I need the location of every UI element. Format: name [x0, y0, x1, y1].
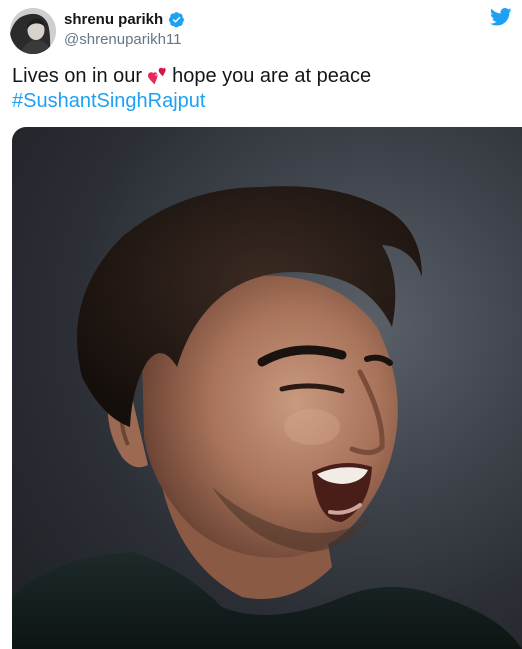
portrait-photo-icon: [12, 186, 522, 649]
tweet-text: Lives on in our hope you are at peace #S…: [12, 64, 512, 114]
tweet-photo[interactable]: [12, 127, 522, 649]
author-handle[interactable]: @shrenuparikh11: [64, 31, 185, 48]
profile-avatar-icon: [10, 8, 56, 54]
avatar[interactable]: [10, 8, 56, 54]
verified-badge-icon: [168, 11, 185, 28]
twitter-bird-icon[interactable]: [490, 7, 512, 27]
name-row: shrenu parikh: [64, 9, 185, 29]
tweet-card: shrenu parikh @shrenuparikh11 Lives on i…: [0, 0, 522, 649]
tweet-text-line: Lives on in our hope you are at peace: [12, 64, 512, 89]
author-display-name[interactable]: shrenu parikh: [64, 11, 163, 28]
revolving-hearts-emoji-icon: [147, 67, 171, 87]
tweet-text-after-emoji: hope you are at peace: [172, 65, 372, 87]
tweet-header: shrenu parikh @shrenuparikh11: [10, 7, 512, 58]
tweet-hashtag-line: #SushantSinghRajput: [12, 89, 512, 114]
hashtag-link[interactable]: #SushantSinghRajput: [12, 90, 205, 112]
author-info: shrenu parikh @shrenuparikh11: [64, 9, 185, 48]
tweet-text-before-emoji: Lives on in our: [12, 65, 143, 87]
